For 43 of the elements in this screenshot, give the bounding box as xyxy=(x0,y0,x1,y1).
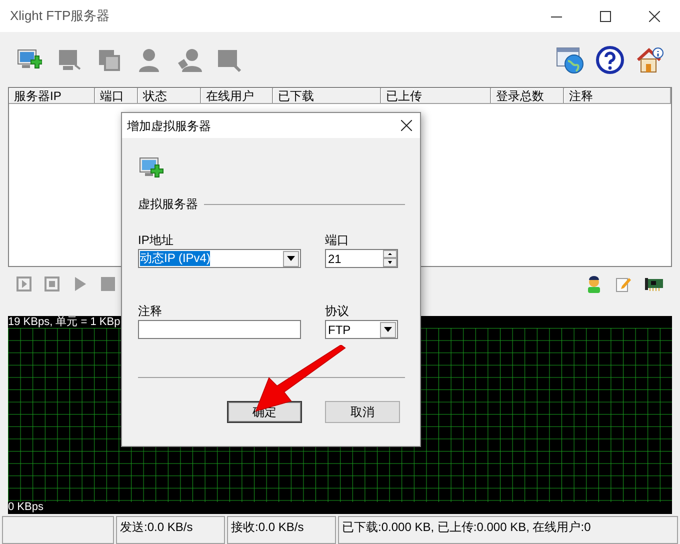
axis-label: 0 KBps xyxy=(8,501,44,514)
help-icon[interactable] xyxy=(596,46,624,74)
dialog-title: 增加虚拟服务器 xyxy=(127,118,211,134)
cancel-button[interactable]: 取消 xyxy=(325,401,400,423)
note-input[interactable] xyxy=(138,320,301,339)
column-header[interactable]: 登录总数 xyxy=(491,88,564,104)
selected-value: FTP xyxy=(327,322,351,338)
status-text: 已下载:0.000 KB, 已上传:0.000 KB, 在线用户:0 xyxy=(338,516,678,544)
column-header[interactable]: 已上传 xyxy=(381,88,491,104)
close-icon[interactable] xyxy=(649,10,660,22)
dropdown-button[interactable] xyxy=(283,250,299,266)
field-label: 注释 xyxy=(138,304,163,318)
column-header[interactable]: 已下载 xyxy=(273,88,381,104)
status-text: 接收:0.0 KB/s xyxy=(227,516,336,544)
caret-icon xyxy=(384,327,392,332)
dropdown-button[interactable] xyxy=(380,322,396,338)
section-label: 虚拟服务器 xyxy=(138,196,198,213)
protocol-dropdown[interactable]: FTP xyxy=(325,320,398,339)
globe-window-icon[interactable] xyxy=(556,46,584,74)
maximize-icon[interactable] xyxy=(600,10,611,22)
field-label: 端口 xyxy=(325,233,350,247)
status-text: 发送:0.0 KB/s xyxy=(116,516,225,544)
home-info-icon[interactable] xyxy=(636,46,664,74)
network-card-icon[interactable] xyxy=(644,276,664,292)
caret-icon xyxy=(287,256,295,261)
column-header[interactable]: 注释 xyxy=(564,88,671,104)
ip-dropdown[interactable]: 动态IP (IPv4) xyxy=(138,249,301,268)
user-icon[interactable] xyxy=(586,275,602,293)
column-header[interactable]: 服务器IP xyxy=(9,88,95,104)
field-value: 21 xyxy=(327,250,342,268)
spin-down-icon[interactable] xyxy=(383,258,397,267)
field-label: IP地址 xyxy=(138,233,174,247)
port-spinner[interactable]: 21 xyxy=(325,249,398,268)
field-label: 协议 xyxy=(325,304,350,318)
edit-note-icon[interactable] xyxy=(615,276,631,292)
selected-value: 动态IP (IPv4) xyxy=(140,251,210,266)
window-title: Xlight FTP服务器 xyxy=(10,7,110,26)
column-header[interactable]: 在线用户 xyxy=(201,88,273,104)
scale-label: 19 KBps, 单元 = 1 KBp xyxy=(8,316,120,329)
column-header[interactable]: 状态 xyxy=(138,88,201,104)
close-icon[interactable] xyxy=(401,120,412,131)
column-header[interactable]: 端口 xyxy=(95,88,138,104)
spin-up-icon[interactable] xyxy=(383,250,397,258)
